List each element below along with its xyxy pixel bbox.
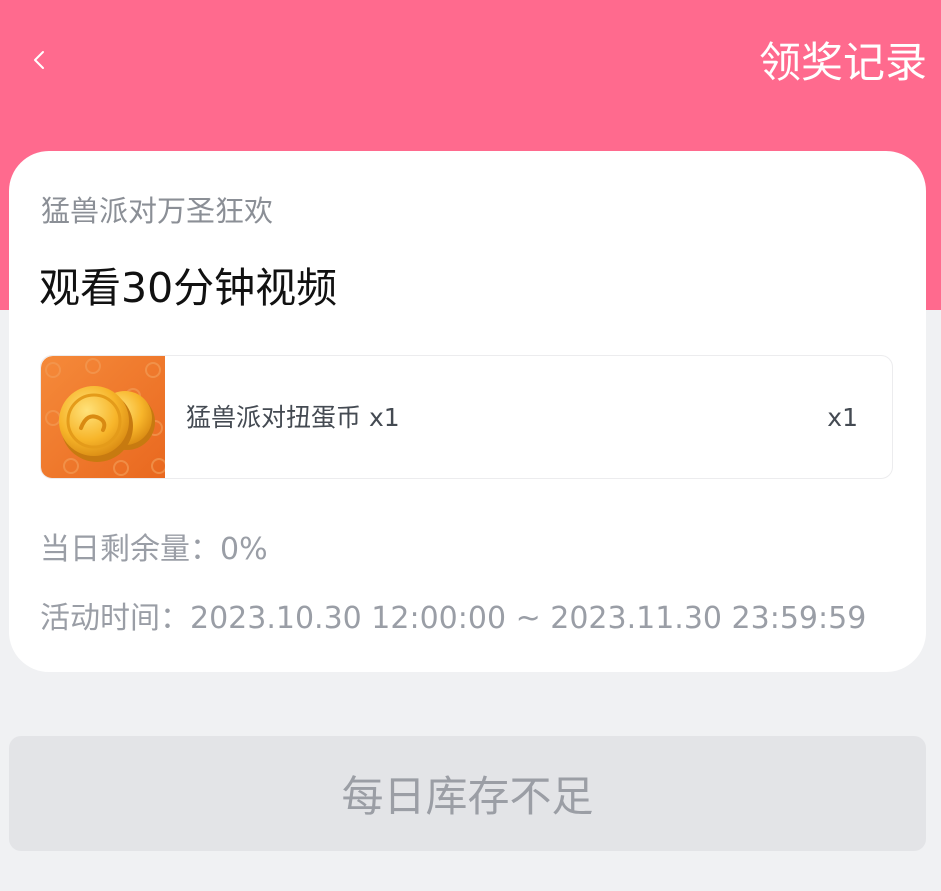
task-card: 猛兽派对万圣狂欢 观看30分钟视频 猛兽派对扭蛋币 x1 x1 当日剩余量：0%…: [9, 151, 926, 672]
reward-item: 猛兽派对扭蛋币 x1 x1: [40, 355, 893, 479]
reward-records-link[interactable]: 领奖记录: [759, 36, 927, 90]
reward-quantity: x1: [827, 403, 858, 432]
time-label: 活动时间：: [40, 601, 190, 636]
activity-time-info: 活动时间：2023.10.30 12:00:00 ~ 2023.11.30 23…: [40, 599, 866, 639]
reward-name: 猛兽派对扭蛋币 x1: [186, 403, 400, 432]
back-button[interactable]: [24, 44, 54, 80]
time-value: 2023.10.30 12:00:00 ~ 2023.11.30 23:59:5…: [190, 601, 867, 636]
remaining-label: 当日剩余量：: [40, 532, 220, 567]
chevron-left-icon: [32, 49, 46, 75]
event-name: 猛兽派对万圣狂欢: [41, 194, 274, 228]
remaining-value: 0%: [220, 532, 268, 567]
remaining-info: 当日剩余量：0%: [40, 530, 268, 570]
task-title: 观看30分钟视频: [39, 264, 338, 312]
claim-button[interactable]: 每日库存不足: [9, 736, 926, 851]
gold-coin-icon: [41, 356, 165, 478]
